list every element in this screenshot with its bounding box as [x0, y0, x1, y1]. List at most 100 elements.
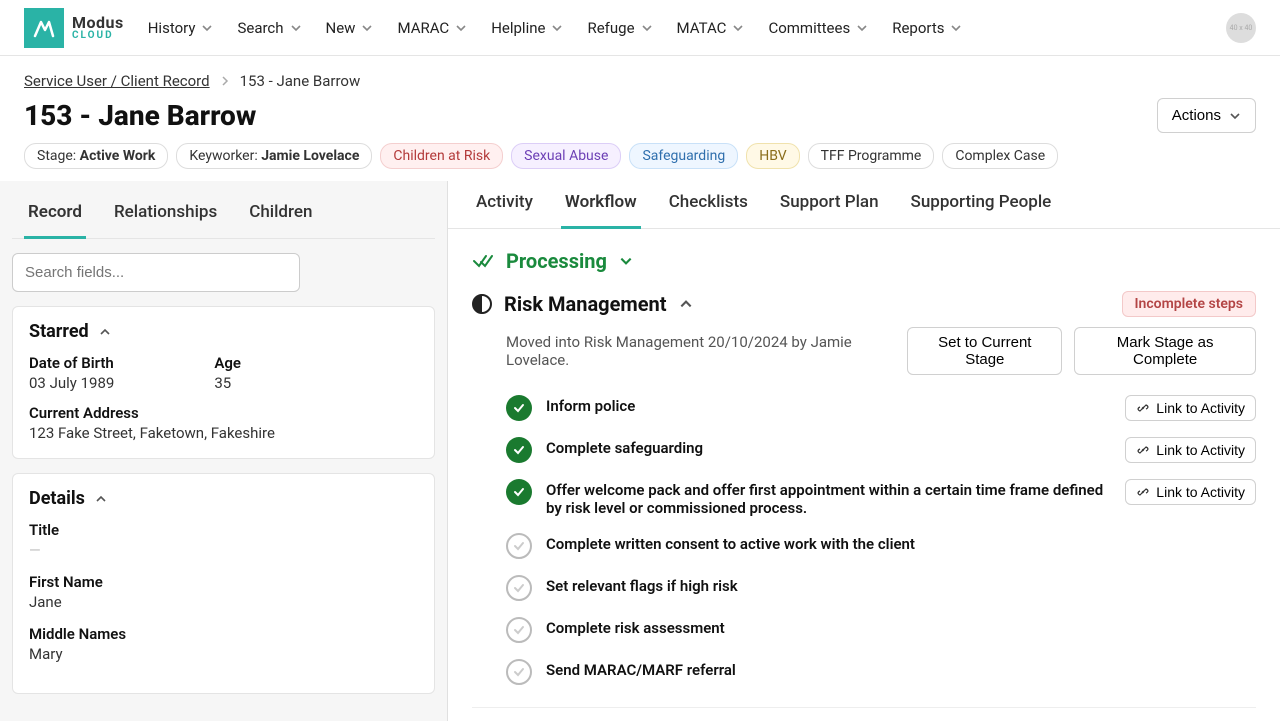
- pending-circle-icon[interactable]: [506, 533, 532, 559]
- main-area: RecordRelationshipsChildren Starred Date…: [0, 181, 1280, 721]
- link-icon: [1136, 401, 1150, 415]
- nav-menu: History Search New MARAC Helpline Refuge MATAC…: [148, 19, 963, 37]
- actions-button[interactable]: Actions: [1157, 98, 1256, 133]
- chevron-down-icon: [455, 22, 467, 34]
- tag: Children at Risk: [380, 143, 503, 169]
- tab-checklists[interactable]: Checklists: [665, 182, 752, 229]
- nav-label: History: [148, 19, 196, 37]
- tab-supporting-people[interactable]: Supporting People: [907, 182, 1056, 229]
- chevron-down-icon: [551, 22, 563, 34]
- age-value: 35: [214, 374, 241, 392]
- tags-row: Stage: Active WorkKeyworker: Jamie Lovel…: [24, 143, 1256, 169]
- tag: Sexual Abuse: [511, 143, 621, 169]
- tab-activity[interactable]: Activity: [472, 182, 537, 229]
- detail-field: Title—: [29, 521, 418, 559]
- nav-label: Search: [237, 19, 283, 37]
- chevron-down-icon: [361, 22, 373, 34]
- link-to-activity-button[interactable]: Link to Activity: [1125, 437, 1256, 463]
- nav-item-history[interactable]: History: [148, 19, 214, 37]
- field-value: Mary: [29, 645, 418, 663]
- search-input[interactable]: [12, 253, 300, 292]
- chevron-right-icon: [220, 76, 230, 86]
- tab-relationships[interactable]: Relationships: [110, 192, 221, 239]
- field-value: Jane: [29, 593, 418, 611]
- chevron-down-icon: [856, 22, 868, 34]
- details-title: Details: [29, 488, 85, 509]
- mark-stage-complete-button[interactable]: Mark Stage as Complete: [1074, 327, 1256, 375]
- stage-risk-management[interactable]: Risk Management Incomplete steps: [472, 291, 1256, 317]
- nav-item-reports[interactable]: Reports: [892, 19, 962, 37]
- risk-steps: Inform policeLink to ActivityComplete sa…: [472, 387, 1256, 693]
- nav-label: MARAC: [397, 19, 449, 37]
- tab-record[interactable]: Record: [24, 192, 86, 239]
- risk-meta-row: Moved into Risk Management 20/10/2024 by…: [506, 327, 1256, 375]
- chevron-down-icon: [950, 22, 962, 34]
- logo-text-bottom: CLOUD: [72, 31, 124, 41]
- chevron-down-icon: [641, 22, 653, 34]
- set-current-stage-button[interactable]: Set to Current Stage: [907, 327, 1062, 375]
- address-label: Current Address: [29, 404, 418, 422]
- chevron-down-icon: [290, 22, 302, 34]
- nav-item-refuge[interactable]: Refuge: [587, 19, 652, 37]
- chevron-down-icon: [1229, 110, 1241, 122]
- breadcrumb-parent[interactable]: Service User / Client Record: [24, 72, 210, 90]
- nav-label: Helpline: [491, 19, 545, 37]
- workflow-step: Complete safeguarding Link to Activity: [472, 429, 1256, 471]
- check-circle-icon[interactable]: [506, 479, 532, 505]
- logo[interactable]: Modus CLOUD: [24, 8, 124, 48]
- step-text: Set relevant flags if high risk: [546, 575, 738, 595]
- field-label: First Name: [29, 573, 418, 591]
- workflow-step: Send MARAC/MARF referral: [472, 651, 1256, 693]
- address-value: 123 Fake Street, Faketown, Fakeshire: [29, 424, 418, 442]
- tag: Complex Case: [942, 143, 1058, 169]
- nav-label: MATAC: [677, 19, 727, 37]
- left-panel: RecordRelationshipsChildren Starred Date…: [0, 181, 448, 721]
- chevron-down-icon: [201, 22, 213, 34]
- risk-title: Risk Management: [504, 292, 667, 316]
- nav-item-search[interactable]: Search: [237, 19, 301, 37]
- step-text: Complete written consent to active work …: [546, 533, 915, 553]
- processing-label: Processing: [506, 249, 607, 273]
- nav-label: New: [326, 19, 356, 37]
- pending-circle-icon[interactable]: [506, 617, 532, 643]
- nav-item-helpline[interactable]: Helpline: [491, 19, 563, 37]
- incomplete-steps-pill: Incomplete steps: [1122, 291, 1257, 317]
- chevron-up-icon[interactable]: [95, 493, 107, 505]
- tag: HBV: [746, 143, 799, 169]
- link-icon: [1136, 443, 1150, 457]
- field-label: Title: [29, 521, 418, 539]
- step-text: Complete risk assessment: [546, 617, 725, 637]
- chevron-down-icon: [732, 22, 744, 34]
- workflow-step: Complete written consent to active work …: [472, 525, 1256, 567]
- page-title: 153 - Jane Barrow: [24, 99, 256, 132]
- nav-item-marac[interactable]: MARAC: [397, 19, 467, 37]
- workflow-step: Set relevant flags if high risk: [472, 567, 1256, 609]
- pending-circle-icon[interactable]: [506, 659, 532, 685]
- avatar[interactable]: 40 x 40: [1226, 13, 1256, 43]
- tab-workflow[interactable]: Workflow: [561, 182, 641, 229]
- tab-support-plan[interactable]: Support Plan: [776, 182, 883, 229]
- dob-value: 03 July 1989: [29, 374, 114, 392]
- half-progress-icon: [472, 294, 492, 314]
- link-to-activity-button[interactable]: Link to Activity: [1125, 395, 1256, 421]
- age-label: Age: [214, 354, 241, 372]
- stage-processing[interactable]: Processing: [472, 249, 1256, 273]
- pending-circle-icon[interactable]: [506, 575, 532, 601]
- workflow-step: Complete risk assessment: [472, 609, 1256, 651]
- check-circle-icon[interactable]: [506, 395, 532, 421]
- breadcrumb: Service User / Client Record 153 - Jane …: [24, 72, 1256, 90]
- risk-meta-text: Moved into Risk Management 20/10/2024 by…: [506, 333, 895, 369]
- link-to-activity-button[interactable]: Link to Activity: [1125, 479, 1256, 505]
- check-circle-icon[interactable]: [506, 437, 532, 463]
- step-text: Complete safeguarding: [546, 437, 703, 457]
- workflow-step: Offer welcome pack and offer first appoi…: [472, 471, 1256, 525]
- divider: [472, 707, 1256, 708]
- tag: Keyworker: Jamie Lovelace: [176, 143, 372, 169]
- chevron-up-icon[interactable]: [99, 326, 111, 338]
- nav-item-new[interactable]: New: [326, 19, 374, 37]
- right-tabs: Activity Workflow Checklists Support Plan Su…: [448, 181, 1280, 229]
- tab-children[interactable]: Children: [245, 192, 316, 239]
- nav-item-matac[interactable]: MATAC: [677, 19, 745, 37]
- nav-item-committees[interactable]: Committees: [768, 19, 868, 37]
- link-icon: [1136, 485, 1150, 499]
